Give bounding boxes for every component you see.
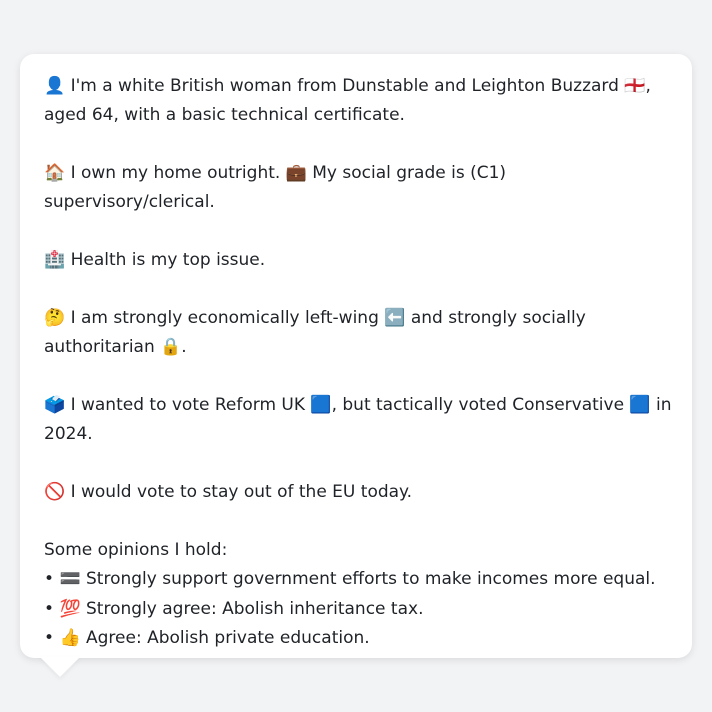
profile-issue-text: 🏥 Health is my top issue. — [44, 250, 266, 270]
profile-identity-text: 👤 I'm a white British woman from Dunstab… — [44, 76, 651, 125]
profile-vote-text: 🗳️ I wanted to vote Reform UK 🟦, but tac… — [44, 395, 672, 444]
opinions-heading: Some opinions I hold: — [44, 540, 228, 560]
opinion-item: 💯 Strongly agree: Abolish inheritance ta… — [44, 595, 672, 625]
message-bubble: 👤 I'm a white British woman from Dunstab… — [20, 54, 692, 658]
opinion-item: 🟰 Strongly support government efforts to… — [44, 565, 672, 595]
bubble-tail — [40, 657, 80, 677]
opinion-item: 👍 Agree: Abolish private education. — [44, 624, 672, 654]
profile-ideology-text: 🤔 I am strongly economically left-wing ⬅… — [44, 308, 586, 357]
opinions-list: 🟰 Strongly support government efforts to… — [44, 565, 672, 654]
profile-eu-text: 🚫 I would vote to stay out of the EU tod… — [44, 482, 413, 502]
profile-home-text: 🏠 I own my home outright. 💼 My social gr… — [44, 163, 507, 212]
